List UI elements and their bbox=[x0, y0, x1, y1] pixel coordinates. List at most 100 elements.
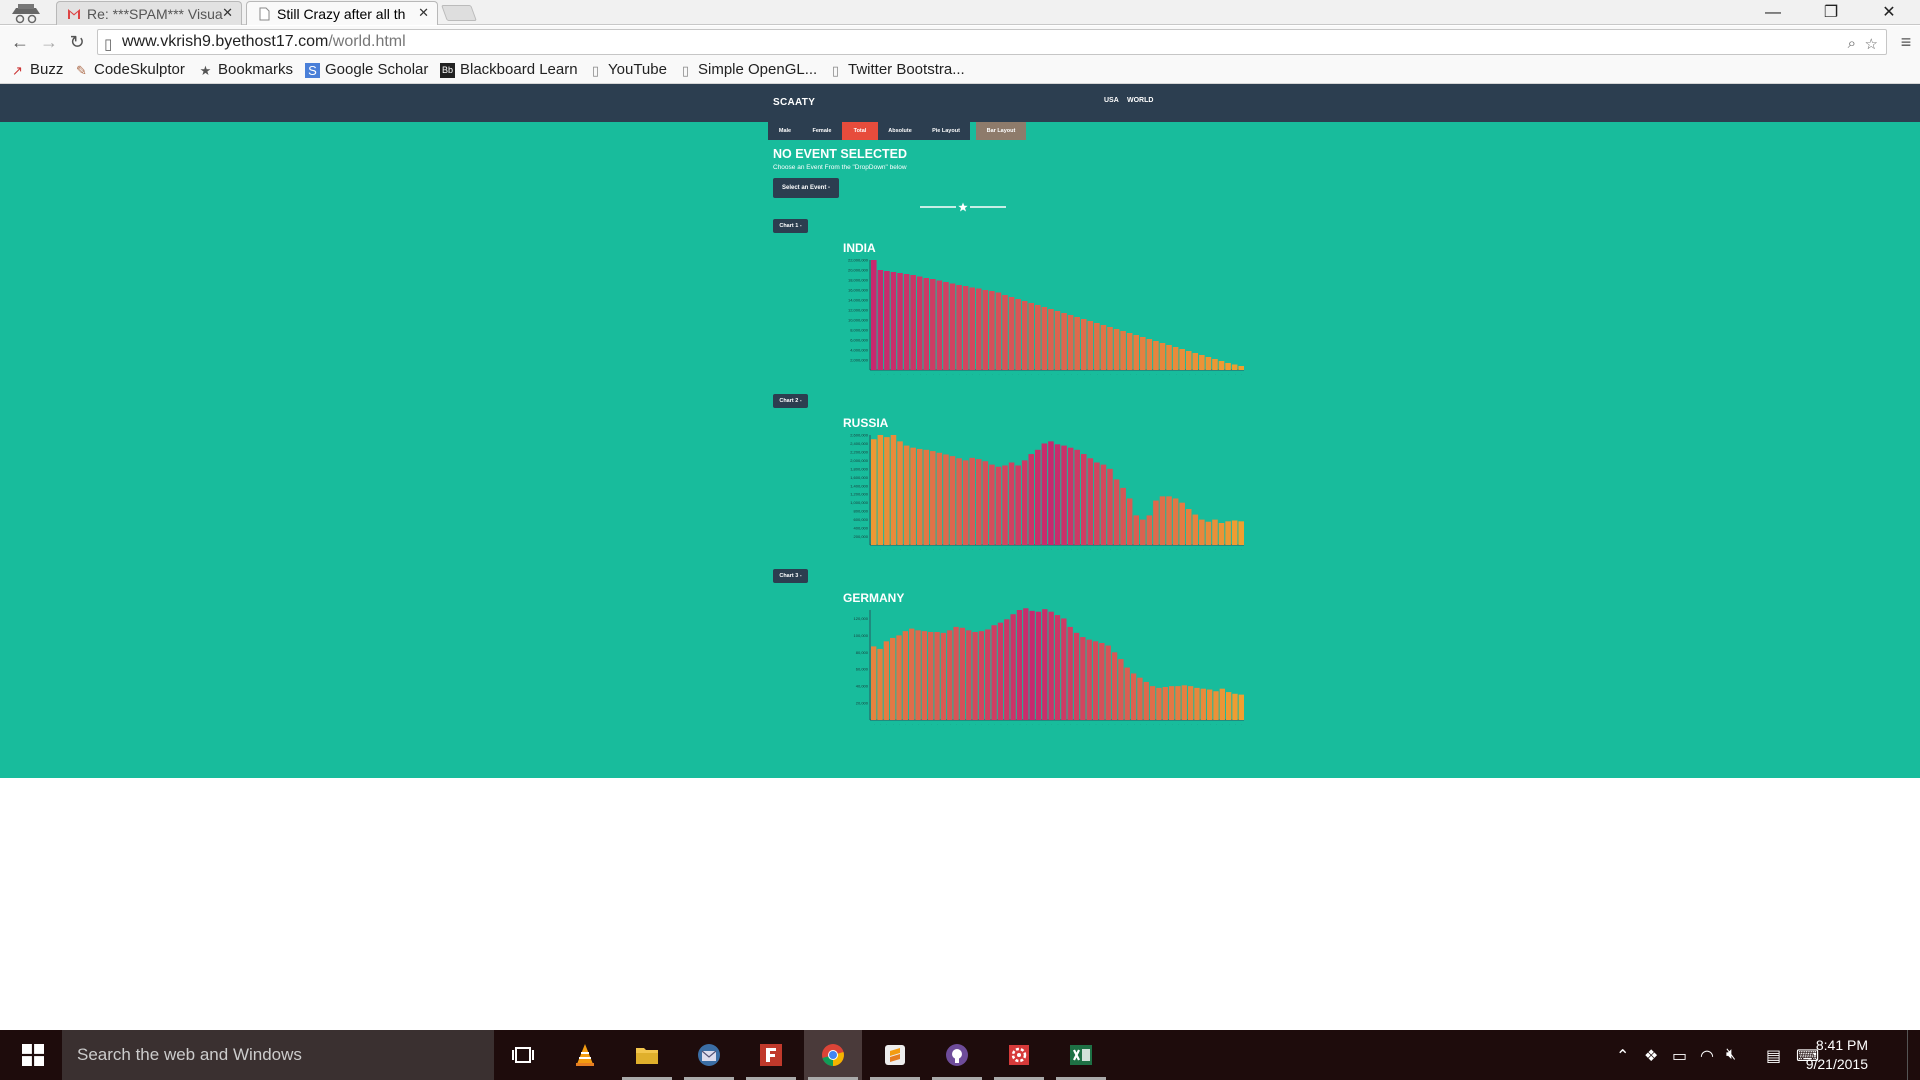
bar bbox=[1080, 319, 1087, 370]
bar bbox=[923, 449, 930, 545]
x-tick-mark: · bbox=[924, 722, 925, 726]
task-view-button[interactable] bbox=[494, 1030, 552, 1080]
bar bbox=[916, 276, 923, 370]
bookmark-bookmarks[interactable]: ★ Bookmarks bbox=[198, 61, 293, 78]
bar bbox=[877, 435, 884, 545]
chart-2-button[interactable]: Chart 2 - bbox=[773, 394, 808, 408]
select-event-dropdown[interactable]: Select an Event - bbox=[773, 178, 839, 198]
bookmark-youtube[interactable]: ▯ YouTube bbox=[588, 61, 667, 78]
total-button[interactable]: Total bbox=[842, 122, 878, 140]
chart-1-button[interactable]: Chart 1 - bbox=[773, 219, 808, 233]
x-tick-mark: · bbox=[998, 547, 999, 551]
restore-button[interactable]: ❐ bbox=[1802, 0, 1860, 25]
wifi-icon[interactable]: ◠ bbox=[1700, 1046, 1714, 1066]
taskbar-file-explorer[interactable] bbox=[618, 1030, 676, 1080]
reload-button[interactable]: ↻ bbox=[65, 30, 89, 54]
taskbar-chrome[interactable] bbox=[804, 1030, 862, 1080]
taskbar-vlc[interactable] bbox=[556, 1030, 614, 1080]
bar-layout-button[interactable]: Bar Layout bbox=[976, 122, 1026, 140]
x-tick-mark: · bbox=[931, 722, 932, 726]
bar bbox=[989, 464, 995, 545]
x-tick-mark: · bbox=[1031, 547, 1032, 551]
clock[interactable]: 8:41 PM 9/21/2015 bbox=[1806, 1036, 1868, 1074]
close-icon[interactable]: ✕ bbox=[418, 5, 429, 21]
male-button[interactable]: Male bbox=[768, 122, 802, 140]
bar bbox=[959, 627, 966, 720]
x-tick-mark: · bbox=[1110, 372, 1111, 376]
new-tab-button[interactable] bbox=[441, 5, 477, 21]
x-tick-mark: · bbox=[1197, 722, 1198, 726]
bookmark-simple-opengl[interactable]: ▯ Simple OpenGL... bbox=[678, 61, 817, 78]
bar bbox=[1021, 460, 1028, 545]
minimize-button[interactable]: — bbox=[1744, 0, 1802, 25]
bookmark-buzz[interactable]: ↗ Buzz bbox=[10, 61, 63, 78]
x-tick-mark: · bbox=[992, 372, 993, 376]
x-tick-mark: · bbox=[1165, 722, 1166, 726]
taskbar-filezilla[interactable] bbox=[742, 1030, 800, 1080]
absolute-button[interactable]: Absolute bbox=[878, 122, 922, 140]
dropbox-icon[interactable]: ❖ bbox=[1644, 1046, 1658, 1066]
address-bar[interactable]: ▯ www.vkrish9.byethost17.com/world.html … bbox=[97, 29, 1887, 55]
x-tick-mark: · bbox=[1012, 372, 1013, 376]
bookmark-twitter-bootstrap[interactable]: ▯ Twitter Bootstra... bbox=[828, 61, 965, 78]
forward-button[interactable]: → bbox=[37, 30, 61, 54]
start-button[interactable] bbox=[0, 1030, 62, 1080]
bar bbox=[953, 626, 959, 720]
tab-gmail[interactable]: Re: ***SPAM*** Visua ✕ bbox=[56, 1, 242, 25]
menu-icon[interactable]: ≡ bbox=[1894, 30, 1918, 54]
tab-active[interactable]: Still Crazy after all th ✕ bbox=[246, 1, 438, 25]
y-tick-label: 2,200,000 bbox=[850, 449, 869, 454]
x-tick-mark: · bbox=[1184, 722, 1185, 726]
bookmark-google-scholar[interactable]: S Google Scholar bbox=[305, 61, 428, 78]
x-tick-mark: · bbox=[1241, 372, 1242, 376]
female-button[interactable]: Female bbox=[802, 122, 842, 140]
y-tick-label: 16,000,000 bbox=[848, 288, 869, 293]
x-tick-mark: · bbox=[1222, 722, 1223, 726]
volume-mute-icon[interactable]: 🔇︎ bbox=[1726, 1046, 1736, 1064]
bar bbox=[871, 439, 877, 545]
bookmarks-bar: ↗ Buzz ✎ CodeSkulptor ★ Bookmarks S Google S… bbox=[0, 58, 1920, 84]
taskbar-excel[interactable] bbox=[1052, 1030, 1110, 1080]
bookmark-blackboard[interactable]: Bb Blackboard Learn bbox=[440, 61, 578, 78]
tab-title: Re: ***SPAM*** Visua bbox=[87, 6, 223, 22]
bar bbox=[1218, 361, 1225, 370]
star-icon[interactable]: ☆ bbox=[1865, 35, 1878, 53]
chart-3-button[interactable]: Chart 3 - bbox=[773, 569, 808, 583]
bar bbox=[1048, 309, 1054, 370]
page-subheading: Choose an Event From the "DropDown" belo… bbox=[773, 164, 907, 171]
bookmark-label: Simple OpenGL... bbox=[698, 61, 818, 78]
taskbar-search[interactable]: Search the web and Windows bbox=[62, 1030, 494, 1080]
y-tick-label: 80,000 bbox=[856, 650, 869, 655]
x-tick-mark: · bbox=[1123, 372, 1124, 376]
bar bbox=[1113, 329, 1120, 370]
bar bbox=[1159, 496, 1166, 545]
back-button[interactable]: ← bbox=[8, 30, 32, 54]
bar bbox=[1073, 632, 1080, 720]
pie-layout-button[interactable]: Pie Layout bbox=[922, 122, 970, 140]
action-center-icon[interactable]: ▤ bbox=[1766, 1046, 1781, 1066]
nav-usa[interactable]: USA bbox=[1104, 97, 1119, 104]
x-tick-mark: · bbox=[1025, 547, 1026, 551]
search-icon[interactable]: ⌕ bbox=[1848, 35, 1856, 52]
x-tick-mark: · bbox=[1038, 372, 1039, 376]
bookmark-label: Twitter Bootstra... bbox=[848, 61, 965, 78]
x-tick-mark: · bbox=[1058, 372, 1059, 376]
bookmark-codeskulptor[interactable]: ✎ CodeSkulptor bbox=[74, 61, 185, 78]
taskbar-github[interactable] bbox=[928, 1030, 986, 1080]
bar bbox=[1061, 313, 1067, 370]
bar bbox=[1105, 645, 1111, 720]
show-desktop-button[interactable] bbox=[1907, 1030, 1919, 1080]
x-tick-mark: · bbox=[943, 722, 944, 726]
site-brand[interactable]: SCAATY bbox=[773, 97, 815, 108]
bar bbox=[969, 287, 975, 370]
bar bbox=[1205, 521, 1212, 545]
nav-world[interactable]: WORLD bbox=[1127, 97, 1153, 104]
taskbar-sublime[interactable] bbox=[866, 1030, 924, 1080]
taskbar-settings-app[interactable] bbox=[990, 1030, 1048, 1080]
taskbar-thunderbird[interactable] bbox=[680, 1030, 738, 1080]
india-bar-chart: 2,000,000 4,000,000 6,000,000 8,000,000 10,0… bbox=[848, 258, 1244, 376]
battery-icon[interactable]: ▭ bbox=[1672, 1046, 1687, 1066]
close-icon[interactable]: ✕ bbox=[222, 5, 233, 21]
close-window-button[interactable]: ✕ bbox=[1860, 0, 1918, 25]
show-hidden-icons[interactable]: ⌃ bbox=[1616, 1046, 1629, 1066]
